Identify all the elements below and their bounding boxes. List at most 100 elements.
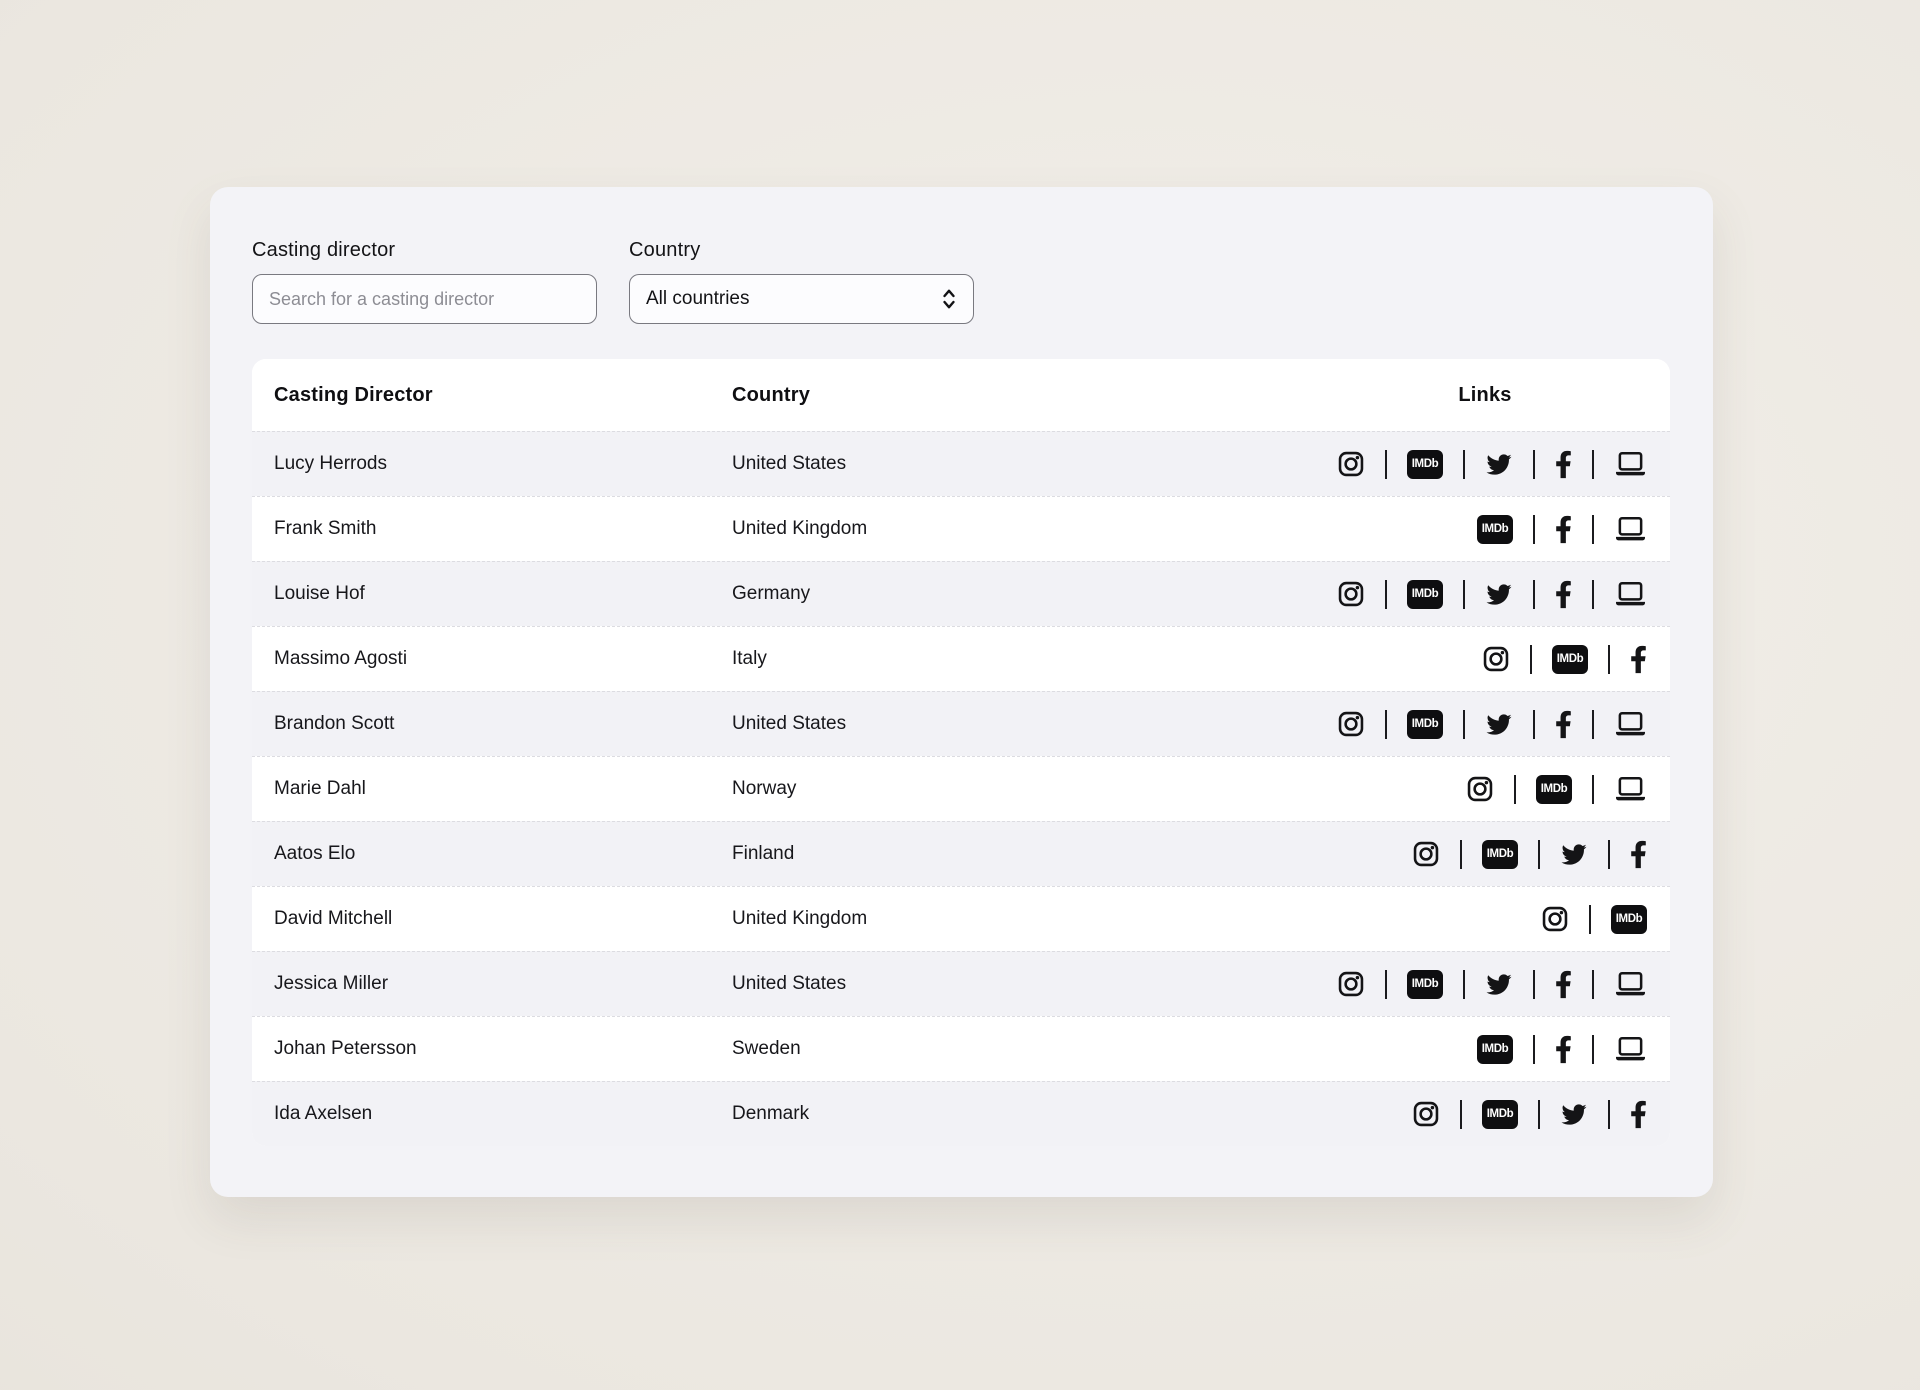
website-icon[interactable]	[1614, 970, 1647, 999]
links-cell: IMDb	[1323, 645, 1670, 674]
twitter-icon[interactable]	[1485, 712, 1513, 737]
director-name: Brandon Scott	[252, 713, 732, 735]
imdb-icon[interactable]: IMDb	[1407, 450, 1443, 479]
imdb-badge-label: IMDb	[1552, 645, 1588, 674]
facebook-icon[interactable]	[1555, 710, 1572, 739]
twitter-icon[interactable]	[1560, 842, 1588, 867]
director-country: Denmark	[732, 1103, 1323, 1125]
link-divider	[1463, 970, 1465, 999]
website-icon[interactable]	[1614, 580, 1647, 609]
instagram-icon[interactable]	[1412, 840, 1440, 868]
links-cell: IMDb	[1323, 970, 1670, 999]
imdb-icon[interactable]: IMDb	[1407, 970, 1443, 999]
facebook-icon[interactable]	[1555, 1035, 1572, 1064]
table-row: Ida AxelsenDenmarkIMDb	[252, 1081, 1670, 1146]
link-divider	[1460, 840, 1462, 869]
website-icon[interactable]	[1614, 710, 1647, 739]
imdb-icon[interactable]: IMDb	[1482, 840, 1518, 869]
director-filter-group: Casting director	[252, 237, 597, 324]
imdb-badge-label: IMDb	[1611, 905, 1647, 934]
instagram-icon[interactable]	[1337, 450, 1365, 478]
director-search-input[interactable]	[252, 274, 597, 324]
imdb-icon[interactable]: IMDb	[1477, 1035, 1513, 1064]
links-cell: IMDb	[1323, 775, 1670, 804]
director-name: Johan Petersson	[252, 1038, 732, 1060]
link-divider	[1385, 970, 1387, 999]
director-name: Jessica Miller	[252, 973, 732, 995]
table-row: Jessica MillerUnited States IMDb	[252, 951, 1670, 1016]
imdb-badge-label: IMDb	[1477, 1035, 1513, 1064]
link-divider	[1592, 515, 1594, 544]
link-divider	[1538, 840, 1540, 869]
link-divider	[1463, 710, 1465, 739]
link-divider	[1530, 645, 1532, 674]
director-country: United States	[732, 713, 1323, 735]
link-divider	[1533, 450, 1535, 479]
director-filter-label: Casting director	[252, 237, 597, 264]
link-divider	[1460, 1100, 1462, 1129]
imdb-icon[interactable]: IMDb	[1407, 580, 1443, 609]
table-header-row: Casting Director Country Links	[252, 359, 1670, 431]
website-icon[interactable]	[1614, 515, 1647, 544]
instagram-icon[interactable]	[1482, 645, 1510, 673]
facebook-icon[interactable]	[1555, 970, 1572, 999]
imdb-icon[interactable]: IMDb	[1552, 645, 1588, 674]
director-country: Sweden	[732, 1038, 1323, 1060]
link-divider	[1592, 970, 1594, 999]
directory-card: Casting director Country All countries C…	[210, 187, 1713, 1197]
link-divider	[1592, 580, 1594, 609]
imdb-icon[interactable]: IMDb	[1536, 775, 1572, 804]
imdb-icon[interactable]: IMDb	[1407, 710, 1443, 739]
link-divider	[1463, 450, 1465, 479]
imdb-badge-label: IMDb	[1477, 515, 1513, 544]
instagram-icon[interactable]	[1466, 775, 1494, 803]
chevron-up-down-icon	[941, 286, 957, 312]
table-row: Marie DahlNorwayIMDb	[252, 756, 1670, 821]
facebook-icon[interactable]	[1630, 840, 1647, 869]
twitter-icon[interactable]	[1485, 972, 1513, 997]
instagram-icon[interactable]	[1337, 710, 1365, 738]
twitter-icon[interactable]	[1560, 1102, 1588, 1127]
instagram-icon[interactable]	[1337, 580, 1365, 608]
imdb-badge-label: IMDb	[1407, 450, 1443, 479]
imdb-icon[interactable]: IMDb	[1477, 515, 1513, 544]
instagram-icon[interactable]	[1412, 1100, 1440, 1128]
website-icon[interactable]	[1614, 450, 1647, 479]
twitter-icon[interactable]	[1485, 452, 1513, 477]
director-name: Massimo Agosti	[252, 648, 732, 670]
imdb-icon[interactable]: IMDb	[1611, 905, 1647, 934]
facebook-icon[interactable]	[1555, 450, 1572, 479]
table-row: David MitchellUnited Kingdom IMDb	[252, 886, 1670, 951]
casting-directors-table: Casting Director Country Links Lucy Herr…	[252, 359, 1670, 1146]
instagram-icon[interactable]	[1541, 905, 1569, 933]
imdb-icon[interactable]: IMDb	[1482, 1100, 1518, 1129]
twitter-icon[interactable]	[1485, 582, 1513, 607]
link-divider	[1533, 1035, 1535, 1064]
link-divider	[1463, 580, 1465, 609]
facebook-icon[interactable]	[1630, 645, 1647, 674]
link-divider	[1608, 840, 1610, 869]
imdb-badge-label: IMDb	[1482, 840, 1518, 869]
link-divider	[1533, 710, 1535, 739]
table-row: Aatos EloFinlandIMDb	[252, 821, 1670, 886]
links-cell: IMDb	[1323, 710, 1670, 739]
website-icon[interactable]	[1614, 1035, 1647, 1064]
director-country: United Kingdom	[732, 518, 1323, 540]
table-row: Massimo AgostiItalyIMDb	[252, 626, 1670, 691]
facebook-icon[interactable]	[1630, 1100, 1647, 1129]
links-cell: IMDb	[1323, 1100, 1670, 1129]
director-name: David Mitchell	[252, 908, 732, 930]
facebook-icon[interactable]	[1555, 515, 1572, 544]
director-country: United Kingdom	[732, 908, 1323, 930]
facebook-icon[interactable]	[1555, 580, 1572, 609]
country-select-value: All countries	[646, 288, 750, 310]
instagram-icon[interactable]	[1337, 970, 1365, 998]
director-name: Louise Hof	[252, 583, 732, 605]
header-links: Links	[1323, 384, 1670, 407]
director-country: United States	[732, 973, 1323, 995]
director-country: Finland	[732, 843, 1323, 865]
link-divider	[1533, 580, 1535, 609]
table-row: Louise HofGermanyIMDb	[252, 561, 1670, 626]
country-select[interactable]: All countries	[629, 274, 974, 324]
website-icon[interactable]	[1614, 775, 1647, 804]
